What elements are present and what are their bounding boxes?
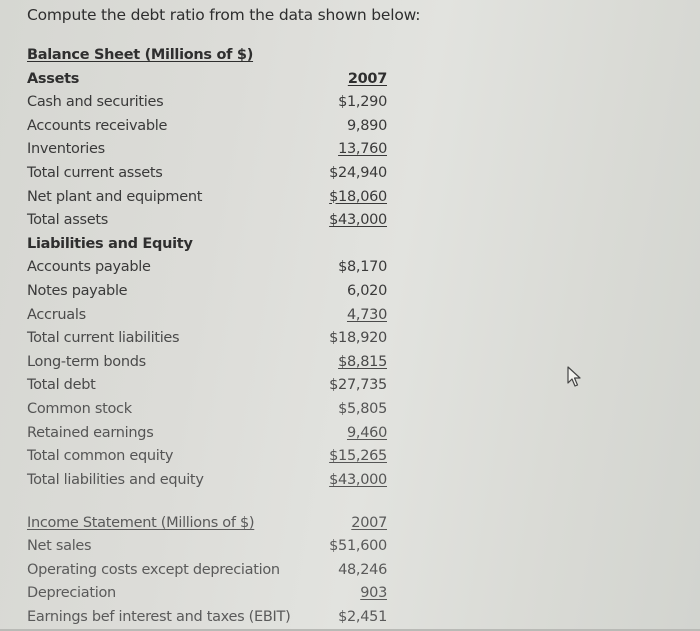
- row-value: $43,000: [329, 471, 387, 488]
- row-label: Total current liabilities: [27, 330, 180, 347]
- row-label: Accounts receivable: [27, 117, 168, 134]
- table-row: Total liabilities and equity $43,000: [27, 469, 387, 493]
- row-value: $8,170: [338, 259, 387, 276]
- row-value: $15,265: [329, 448, 387, 465]
- table-row: Total current assets $24,940: [27, 162, 387, 186]
- row-value: 6,020: [346, 282, 387, 299]
- arrow-pointer-icon: [567, 366, 581, 387]
- table-row: Common stock $5,805: [27, 398, 387, 422]
- row-value: $8,815: [338, 353, 387, 370]
- row-value: $2,451: [338, 608, 387, 625]
- table-row: Total debt $27,735: [27, 374, 387, 398]
- row-value: $51,600: [329, 538, 387, 555]
- row-value: $5,805: [338, 400, 387, 417]
- balance-sheet-title-row: Balance Sheet (Millions of $): [27, 44, 387, 68]
- row-label: Total common equity: [27, 448, 174, 465]
- assets-heading-row: Assets 2007: [27, 68, 387, 92]
- table-row: Total assets $43,000: [27, 209, 387, 233]
- row-label: Total liabilities and equity: [27, 471, 204, 488]
- table-row: Notes payable 6,020: [27, 280, 387, 304]
- row-label: Accruals: [27, 306, 86, 323]
- income-statement-title: Income Statement (Millions of $): [27, 515, 255, 531]
- table-row: Depreciation 903: [27, 582, 387, 605]
- table-row: Accounts receivable 9,890: [27, 115, 387, 139]
- row-value: 903: [360, 585, 387, 602]
- table-row: Net plant and equipment $18,060: [27, 186, 387, 210]
- table-row: Net sales $51,600: [27, 535, 387, 558]
- row-label: Net sales: [27, 538, 92, 555]
- table-row: Accounts payable $8,170: [27, 256, 387, 280]
- table-row: Retained earnings 9,460: [27, 422, 387, 446]
- row-label: Total current assets: [27, 164, 163, 181]
- row-value: $18,060: [329, 188, 387, 205]
- row-label: Common stock: [27, 400, 132, 417]
- row-label: Net plant and equipment: [27, 188, 203, 205]
- row-value: 13,760: [338, 141, 387, 158]
- row-value: $18,920: [329, 330, 387, 347]
- row-value: 48,246: [338, 561, 387, 578]
- row-label: Depreciation: [27, 585, 116, 602]
- table-row: Inventories 13,760: [27, 138, 387, 162]
- row-label: Accounts payable: [27, 259, 151, 276]
- income-statement-title-row: Income Statement (Millions of $) 2007: [27, 512, 387, 535]
- balance-sheet-table: Balance Sheet (Millions of $) Assets 200…: [27, 44, 387, 492]
- row-label: Retained earnings: [27, 424, 154, 441]
- row-label: Notes payable: [27, 282, 128, 299]
- row-value: 9,460: [346, 424, 387, 441]
- row-label: Total assets: [27, 212, 109, 229]
- row-value: $1,290: [338, 94, 387, 111]
- table-row: Earnings bef interest and taxes (EBIT) $…: [27, 606, 387, 629]
- row-value: $27,735: [329, 377, 387, 394]
- row-value: 4,730: [346, 306, 387, 323]
- row-value: $43,000: [329, 212, 387, 229]
- assets-heading: Assets: [27, 70, 80, 87]
- table-row: Accruals 4,730: [27, 304, 387, 328]
- table-row: Total common equity $15,265: [27, 445, 387, 469]
- liabilities-heading: Liabilities and Equity: [27, 235, 193, 252]
- row-value: 9,890: [346, 117, 387, 134]
- row-label: Inventories: [27, 141, 105, 158]
- table-row: Total current liabilities $18,920: [27, 327, 387, 351]
- question-prompt: Compute the debt ratio from the data sho…: [27, 6, 421, 24]
- row-label: Long-term bonds: [27, 353, 146, 370]
- year-column-header: 2007: [347, 70, 387, 87]
- liabilities-heading-row: Liabilities and Equity: [27, 233, 387, 257]
- table-row: Operating costs except depreciation 48,2…: [27, 559, 387, 582]
- row-value: $24,940: [329, 164, 387, 181]
- income-statement-table: Income Statement (Millions of $) 2007 Ne…: [27, 512, 387, 629]
- year-column-header: 2007: [351, 515, 387, 531]
- table-row: Long-term bonds $8,815: [27, 351, 387, 375]
- row-label: Cash and securities: [27, 94, 164, 111]
- table-row: Cash and securities $1,290: [27, 91, 387, 115]
- row-label: Earnings bef interest and taxes (EBIT): [27, 608, 291, 625]
- row-label: Operating costs except depreciation: [27, 561, 280, 578]
- balance-sheet-title: Balance Sheet (Millions of $): [27, 47, 254, 63]
- row-label: Total debt: [27, 377, 96, 394]
